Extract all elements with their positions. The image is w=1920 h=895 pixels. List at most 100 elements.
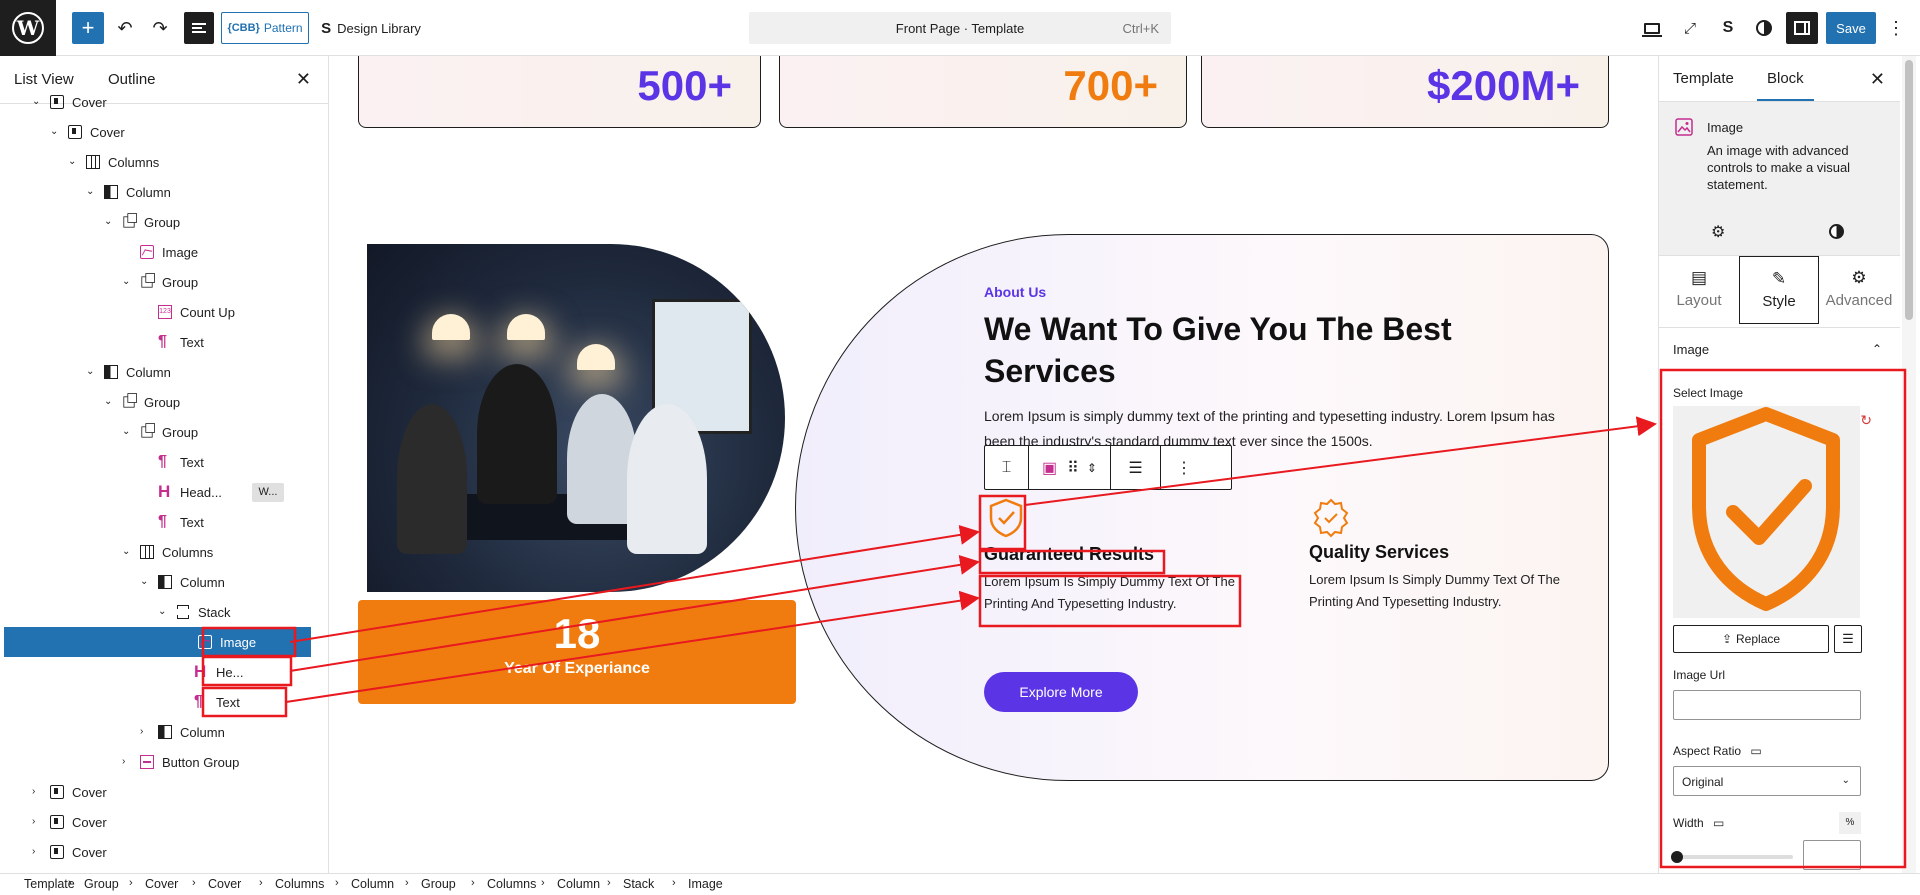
inspector-scrollbar[interactable] xyxy=(1902,56,1916,873)
settings-sidebar-toggle[interactable] xyxy=(1786,12,1818,44)
half-circle-icon[interactable] xyxy=(1829,224,1844,239)
list-item-group[interactable]: ⌄ Group xyxy=(0,387,328,417)
list-item-button-group[interactable]: › Button Group xyxy=(0,747,328,777)
experience-badge[interactable]: 18 Year Of Experiance xyxy=(358,600,796,704)
list-item-text[interactable]: ¶ Text xyxy=(0,447,328,477)
reset-icon[interactable]: ↻ xyxy=(1860,412,1872,429)
list-item-cover[interactable]: ⌄ Cover xyxy=(0,87,328,117)
about-label[interactable]: About Us xyxy=(984,284,1046,300)
feature-title-guaranteed[interactable]: Guaranteed Results xyxy=(984,544,1154,565)
chevron-right-icon[interactable]: › xyxy=(32,786,35,797)
breadcrumb-item[interactable]: Group xyxy=(84,877,119,891)
redo-button[interactable]: ↷ xyxy=(145,12,175,44)
list-item-text[interactable]: ¶ Text xyxy=(0,327,328,357)
chevron-down-icon[interactable]: ⌄ xyxy=(158,606,166,617)
tab-template[interactable]: Template xyxy=(1673,70,1734,87)
block-options-button[interactable]: ⋮ xyxy=(1161,446,1207,489)
stackable-settings-button[interactable]: S xyxy=(1712,12,1744,44)
tab-layout[interactable]: ▤ Layout xyxy=(1659,256,1739,324)
chevron-down-icon[interactable]: ⌄ xyxy=(50,126,58,137)
list-item-cover[interactable]: ⌄ Cover xyxy=(0,117,328,147)
feature-desc-guaranteed[interactable]: Lorem Ipsum Is Simply Dummy Text Of The … xyxy=(984,571,1254,615)
chevron-right-icon[interactable]: › xyxy=(140,726,143,737)
styles-button[interactable] xyxy=(1748,12,1780,44)
slider-handle[interactable] xyxy=(1671,851,1683,863)
dynamic-source-button[interactable]: ☰ xyxy=(1834,625,1862,653)
explore-more-button[interactable]: Explore More xyxy=(984,672,1138,712)
command-palette-button[interactable]: Front Page · Template Ctrl+K xyxy=(749,12,1171,44)
chevron-down-icon[interactable]: ⌄ xyxy=(122,546,130,557)
breadcrumb-item[interactable]: Stack xyxy=(623,877,654,891)
list-item-column[interactable]: ⌄ Column xyxy=(0,177,328,207)
image-preview[interactable] xyxy=(1673,406,1860,618)
align-button[interactable]: ☰ xyxy=(1111,446,1161,489)
list-item-columns[interactable]: ⌄ Columns xyxy=(0,537,328,567)
save-button[interactable]: Save xyxy=(1826,12,1876,44)
aspect-ratio-select[interactable]: Original ⌄ xyxy=(1673,766,1861,796)
breadcrumb-item[interactable]: Cover xyxy=(208,877,241,891)
breadcrumb-item[interactable]: Column xyxy=(351,877,394,891)
width-input[interactable] xyxy=(1803,840,1861,870)
stat-card-1[interactable]: 500+ xyxy=(358,56,761,128)
drag-handle-icon[interactable]: ⠿ xyxy=(1067,458,1079,478)
chevron-down-icon[interactable]: ⌄ xyxy=(86,186,94,197)
desktop-icon[interactable]: ▭ xyxy=(1713,816,1724,830)
chevron-right-icon[interactable]: › xyxy=(122,756,125,767)
tab-list-view[interactable]: List View xyxy=(14,71,74,88)
list-item-group[interactable]: ⌄ Group xyxy=(0,267,328,297)
list-item-group[interactable]: ⌄ Group xyxy=(0,417,328,447)
width-slider[interactable] xyxy=(1671,851,1793,863)
image-url-input[interactable] xyxy=(1673,690,1861,720)
breadcrumb-item[interactable]: Column xyxy=(557,877,600,891)
list-item-text[interactable]: ¶ Text xyxy=(0,687,328,717)
block-inserter-button[interactable]: + xyxy=(72,12,104,44)
award-badge-icon[interactable] xyxy=(1309,496,1353,540)
list-item-cover[interactable]: › Cover xyxy=(0,777,328,807)
feature-desc-quality[interactable]: Lorem Ipsum Is Simply Dummy Text Of The … xyxy=(1309,569,1579,613)
stat-card-3[interactable]: $200M+ xyxy=(1201,56,1609,128)
feature-title-quality[interactable]: Quality Services xyxy=(1309,542,1449,563)
chevron-down-icon[interactable]: ⌄ xyxy=(32,96,40,107)
move-up-down-icon[interactable]: ⇕ xyxy=(1087,461,1097,475)
undo-button[interactable]: ↶ xyxy=(110,12,140,44)
list-item-column[interactable]: › Column xyxy=(0,717,328,747)
breadcrumb-item[interactable]: Group xyxy=(421,877,456,891)
chevron-down-icon[interactable]: ⌄ xyxy=(104,396,112,407)
document-overview-button[interactable] xyxy=(184,12,214,44)
list-item-count-up[interactable]: 123 Count Up xyxy=(0,297,328,327)
list-item-image[interactable]: Image xyxy=(4,627,311,657)
about-heading[interactable]: We Want To Give You The Best Services xyxy=(984,308,1504,392)
options-button[interactable]: ⋮ xyxy=(1880,12,1912,44)
scrollbar-thumb[interactable] xyxy=(1905,60,1913,320)
tab-advanced[interactable]: ⚙ Advanced xyxy=(1819,256,1899,324)
device-preview-button[interactable] xyxy=(1636,12,1668,44)
list-item-head[interactable]: H Head... W... xyxy=(0,477,328,507)
desktop-icon[interactable]: ▭ xyxy=(1750,744,1761,758)
breadcrumb-item[interactable]: Cover xyxy=(145,877,178,891)
team-meeting-photo[interactable] xyxy=(367,244,785,592)
list-item-image[interactable]: Image xyxy=(0,237,328,267)
pattern-button[interactable]: {CBB} Pattern xyxy=(221,12,309,44)
chevron-down-icon[interactable]: ⌄ xyxy=(86,366,94,377)
block-type-button[interactable]: ▣ ⠿ ⇕ xyxy=(1029,446,1111,489)
chevron-down-icon[interactable]: ⌄ xyxy=(104,216,112,227)
breadcrumb-item[interactable]: Columns xyxy=(275,877,324,891)
tab-outline[interactable]: Outline xyxy=(108,71,156,88)
breadcrumb-item[interactable]: Image xyxy=(688,877,723,891)
chevron-down-icon[interactable]: ⌄ xyxy=(68,156,76,167)
list-item-stack[interactable]: ⌄ Stack xyxy=(0,597,328,627)
design-library-button[interactable]: S Design Library xyxy=(316,12,426,44)
chevron-down-icon[interactable]: ⌄ xyxy=(122,276,130,287)
wordpress-logo-button[interactable]: W xyxy=(0,0,56,56)
close-icon[interactable]: ✕ xyxy=(1870,69,1885,90)
tab-block[interactable]: Block xyxy=(1757,70,1814,101)
parent-stack-button[interactable]: ⌶ xyxy=(985,446,1029,489)
list-item-column[interactable]: ⌄ Column xyxy=(0,567,328,597)
list-item-he[interactable]: H He... xyxy=(0,657,328,687)
view-template-button[interactable]: ⤢ xyxy=(1674,12,1706,44)
chevron-right-icon[interactable]: › xyxy=(32,846,35,857)
shield-check-icon[interactable] xyxy=(984,496,1028,540)
editor-canvas[interactable]: 500+ 700+ $200M+ 18 Year Of Experiance A… xyxy=(329,56,1641,873)
chevron-up-icon[interactable]: ⌃ xyxy=(1872,342,1882,356)
chevron-right-icon[interactable]: › xyxy=(32,816,35,827)
